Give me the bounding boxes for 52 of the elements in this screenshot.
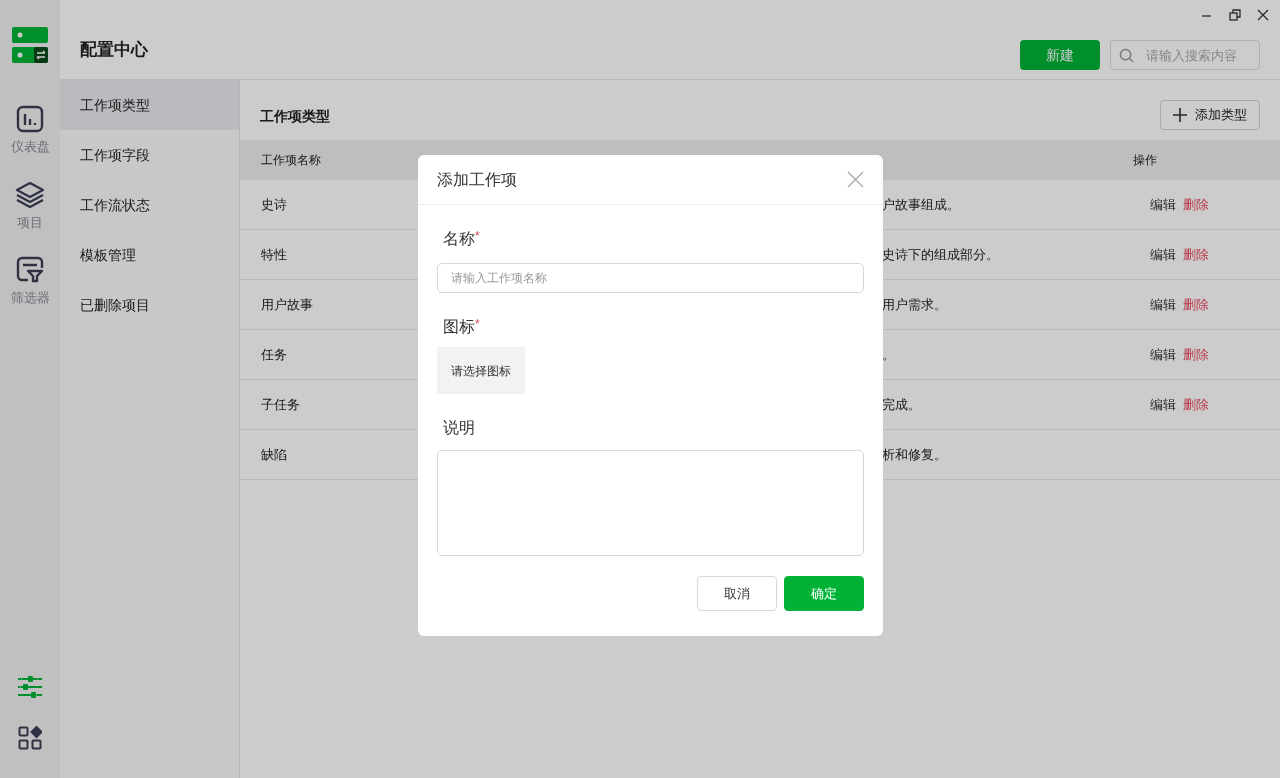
delete-link[interactable]: 删除 — [1183, 344, 1209, 365]
apps-icon[interactable] — [18, 726, 42, 750]
add-type-button[interactable]: 添加类型 — [1160, 100, 1260, 130]
sidebar-item[interactable]: 工作项字段 — [60, 130, 239, 180]
logo-icon — [12, 27, 48, 63]
field-label: 说明 — [443, 418, 475, 438]
search-icon — [1119, 48, 1134, 63]
filter-icon — [16, 256, 44, 284]
sidebar-item[interactable]: 工作流状态 — [60, 180, 239, 230]
required-mark: * — [475, 316, 480, 331]
required-mark: * — [475, 228, 480, 243]
edit-link[interactable]: 编辑 — [1150, 394, 1176, 415]
description-input[interactable] — [437, 450, 864, 556]
edit-link[interactable]: 编辑 — [1150, 244, 1176, 265]
delete-link[interactable]: 删除 — [1183, 394, 1209, 415]
table-cell-text: 完成。 — [882, 395, 922, 414]
column-header: 操作 — [1133, 152, 1157, 169]
sidebar-item[interactable]: 已删除项目 — [60, 280, 239, 330]
table-cell-text: 。 — [882, 345, 896, 364]
name-input[interactable]: 请输入工作项名称 — [437, 263, 864, 293]
table-cell-text: 特性 — [260, 245, 288, 264]
choose-icon-button[interactable]: 请选择图标 — [437, 347, 525, 394]
dialog-title: 添加工作项 — [437, 169, 517, 190]
sliders-icon[interactable] — [17, 676, 43, 698]
delete-link[interactable]: 删除 — [1183, 294, 1209, 315]
search-field[interactable]: 请输入搜索内容 — [1110, 40, 1260, 70]
layers-icon — [15, 180, 45, 209]
field-label: 名称 — [443, 229, 475, 249]
field-label: 图标 — [443, 317, 475, 337]
sidebar-item[interactable]: 工作项类型 — [60, 80, 239, 130]
table-cell-text: 缺陷 — [260, 445, 288, 464]
table-cell-text: 户故事组成。 — [882, 195, 961, 214]
table-cell-text: 析和修复。 — [882, 445, 948, 464]
edit-link[interactable]: 编辑 — [1150, 194, 1176, 215]
edit-link[interactable]: 编辑 — [1150, 294, 1176, 315]
delete-link[interactable]: 删除 — [1183, 194, 1209, 215]
bar-chart-icon — [16, 105, 44, 133]
column-header: 工作项名称 — [260, 152, 322, 169]
plus-icon — [1173, 108, 1187, 122]
table-cell-text: 用户需求。 — [882, 295, 948, 314]
cancel-button[interactable]: 取消 — [697, 576, 777, 611]
table-cell-text: 史诗 — [260, 195, 288, 214]
table-cell-text: 史诗下的组成部分。 — [882, 245, 1000, 264]
page-title: 配置中心 — [80, 38, 148, 61]
table-cell-text: 用户故事 — [260, 295, 314, 314]
table-cell-text: 任务 — [260, 345, 288, 364]
delete-link[interactable]: 删除 — [1183, 244, 1209, 265]
restore-icon[interactable] — [1226, 6, 1244, 24]
section-title: 工作项类型 — [260, 106, 330, 126]
edit-link[interactable]: 编辑 — [1150, 344, 1176, 365]
sidebar-item[interactable]: 模板管理 — [60, 230, 239, 280]
table-cell-text: 子任务 — [260, 395, 301, 414]
